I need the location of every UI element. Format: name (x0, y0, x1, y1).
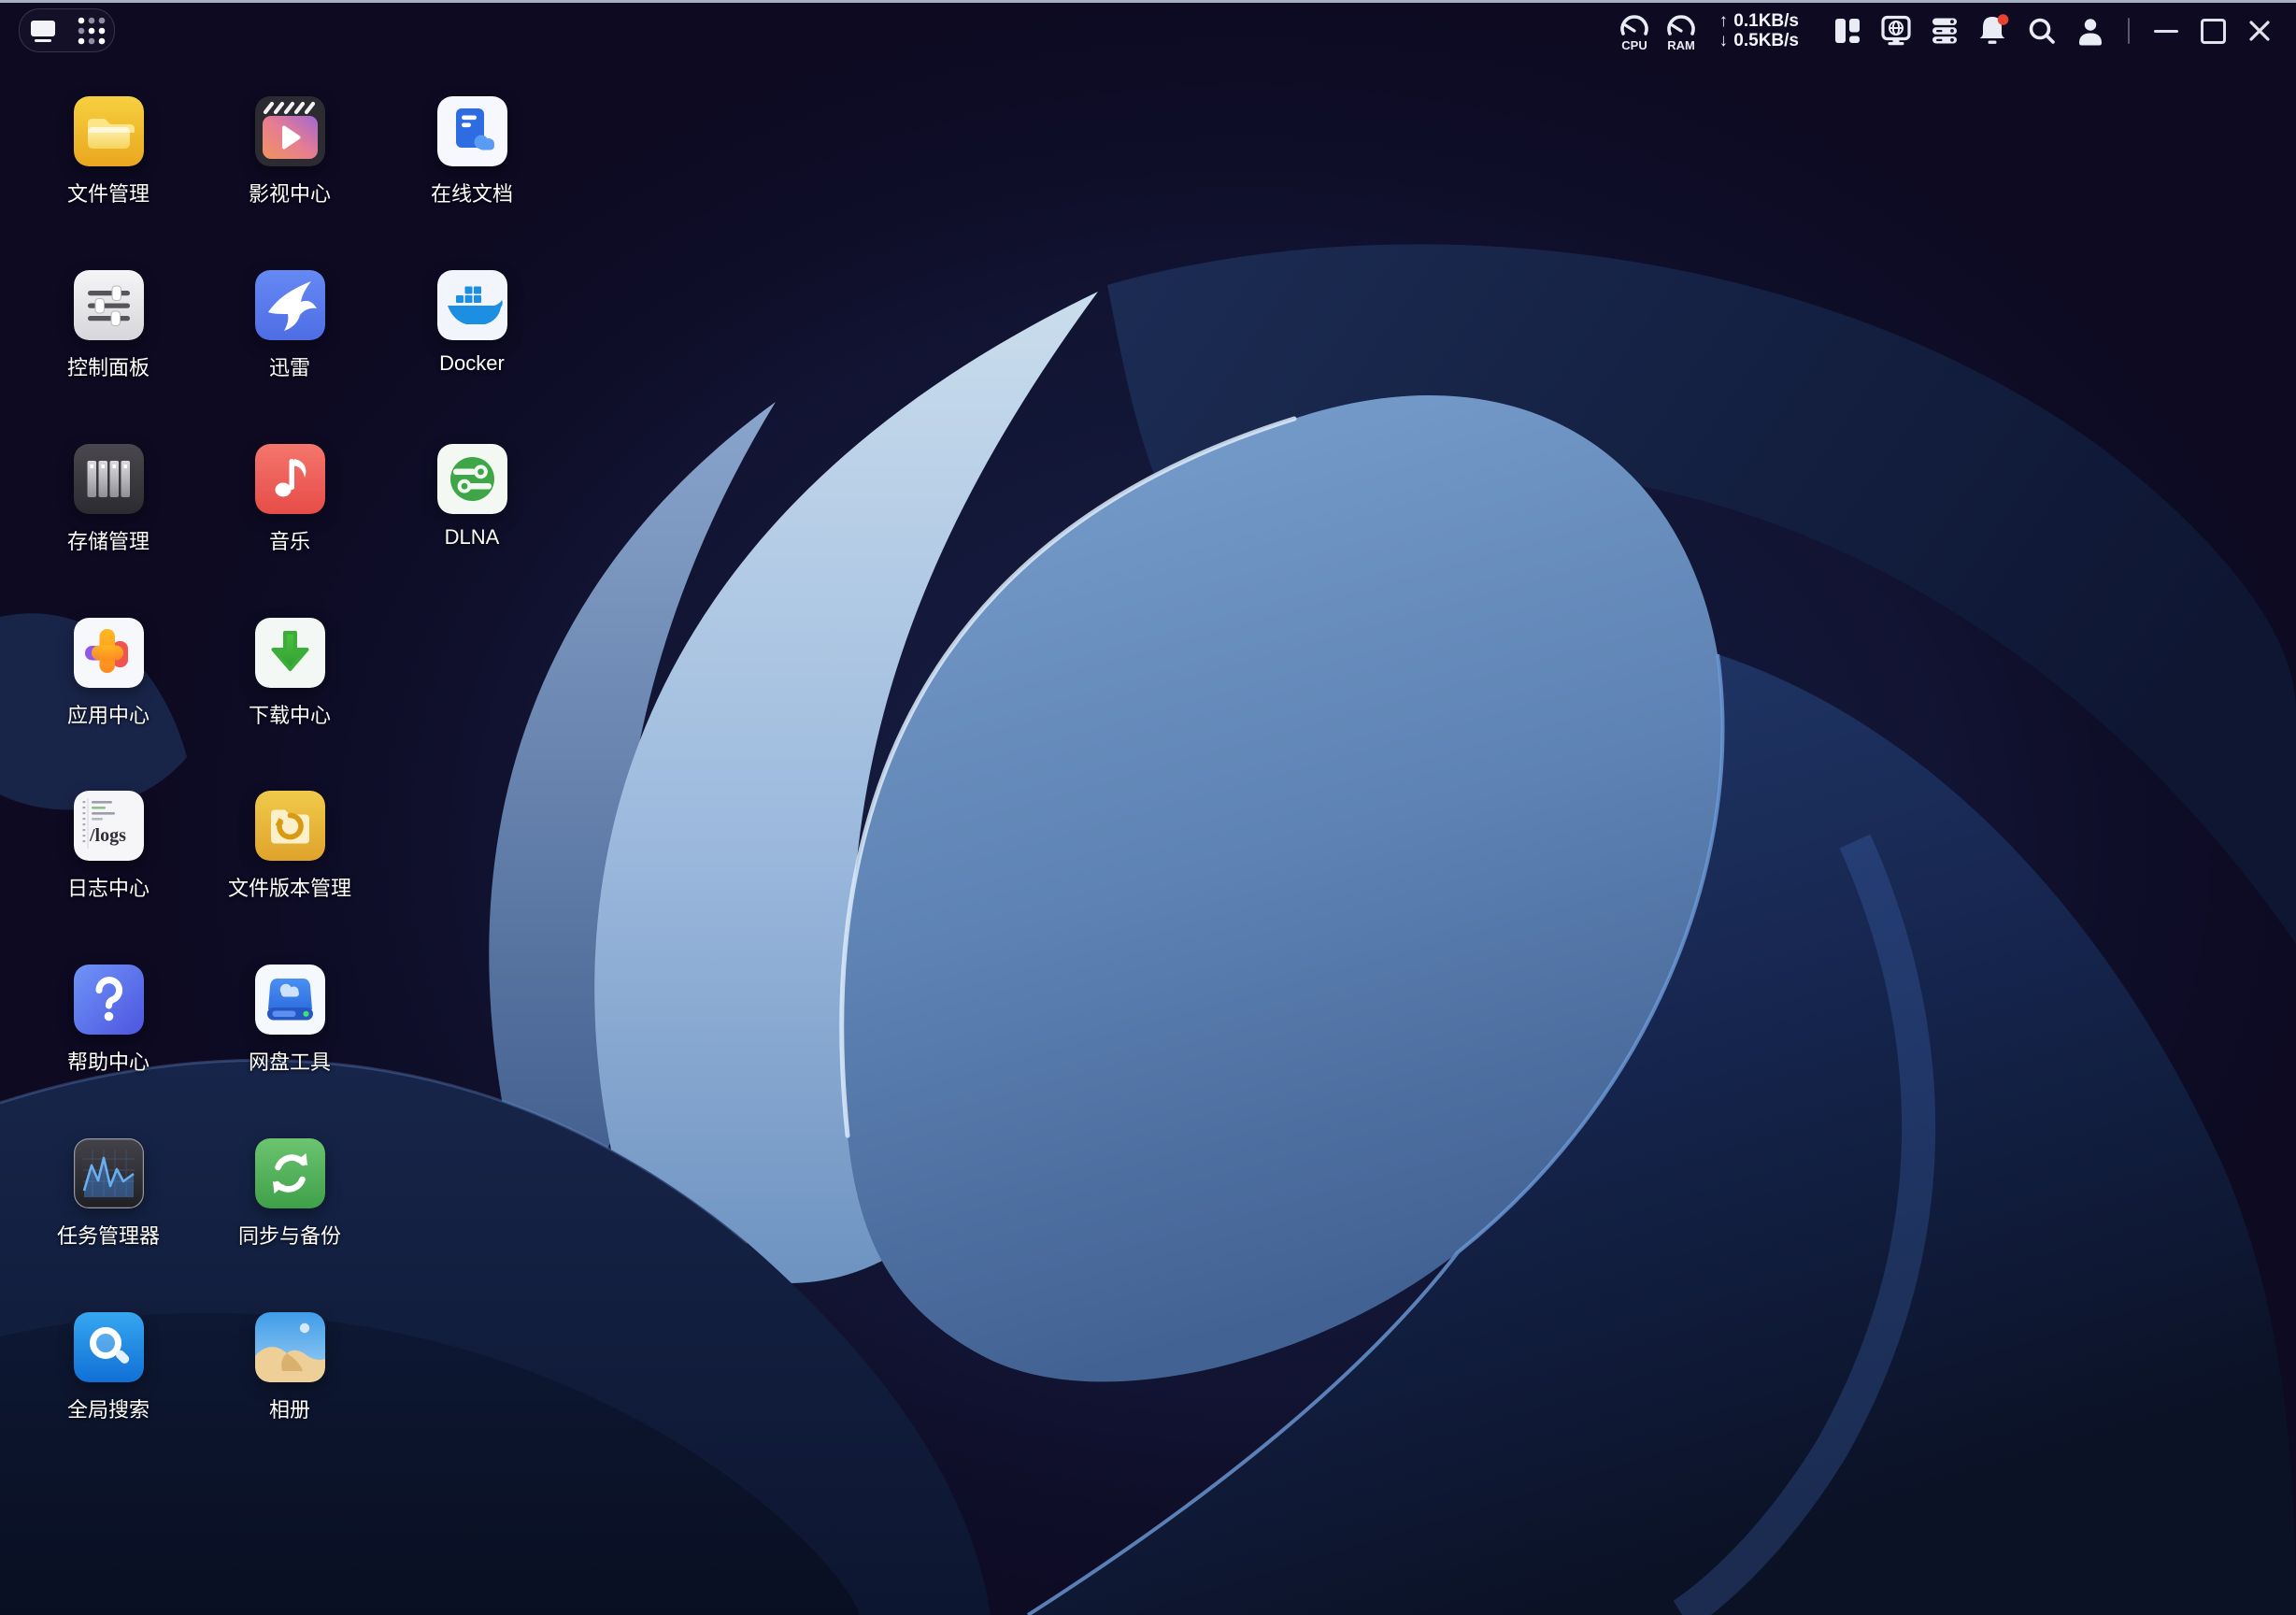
close-button[interactable] (2236, 10, 2283, 51)
download-arrow-icon: ↓ (1713, 31, 1733, 50)
search-button[interactable] (2018, 10, 2066, 51)
desktop-icon-dlna[interactable]: DLNA (383, 444, 561, 550)
desktop-icon-file-version-manager[interactable]: 文件版本管理 (201, 791, 378, 902)
remote-monitor-globe-icon (1878, 14, 1914, 48)
launcher-pill (19, 8, 115, 52)
media-center-icon[interactable] (255, 96, 325, 166)
desktop-icon-control-panel[interactable]: 控制面板 (20, 270, 197, 381)
docker-icon[interactable] (437, 270, 507, 340)
photos-icon[interactable] (255, 1312, 325, 1382)
user-button[interactable] (2066, 10, 2115, 51)
svg-text:/logs: /logs (89, 825, 126, 846)
remote-access-button[interactable] (1872, 10, 1920, 51)
minimize-button[interactable] (2143, 10, 2189, 51)
app-center-icon[interactable] (74, 618, 144, 688)
desktop-icon-netdisk-tool[interactable]: 网盘工具 (201, 965, 378, 1076)
desktop-icon-task-manager[interactable]: 任务管理器 (20, 1138, 197, 1250)
desktop-icon-help-center[interactable]: 帮助中心 (20, 965, 197, 1076)
maximize-icon (2201, 19, 2226, 44)
search-icon (2026, 15, 2058, 47)
music-icon[interactable] (255, 444, 325, 514)
help-center-icon[interactable] (74, 965, 144, 1035)
sync-backup-icon[interactable] (255, 1138, 325, 1208)
desktop-icon-storage-manager[interactable]: 存储管理 (20, 444, 197, 555)
storage-manager-icon[interactable] (74, 444, 144, 514)
download-speed: ↓0.5KB/s (1713, 31, 1799, 50)
dlna-icon[interactable] (437, 444, 507, 514)
file-manager-icon[interactable] (74, 96, 144, 166)
user-icon (2075, 15, 2106, 47)
ram-gauge[interactable]: RAM (1661, 8, 1702, 53)
task-manager-icon[interactable] (74, 1138, 144, 1208)
desktop-icon-download-center[interactable]: 下载中心 (201, 618, 378, 729)
global-search-icon[interactable] (74, 1312, 144, 1382)
log-center-icon[interactable]: /logs (74, 791, 144, 861)
desktop-root: { "topbar": { "left": { "buttons": [ {"n… (0, 0, 2296, 1615)
minimize-icon (2154, 30, 2178, 33)
desktop-monitor-icon (28, 18, 58, 44)
app-launcher-button[interactable] (76, 15, 107, 47)
desktop-icon-photos[interactable]: 相册 (201, 1312, 378, 1423)
system-tray: CPU RAM ↑0.1KB/s ↓0.5KB/s (1614, 0, 2283, 62)
upload-arrow-icon: ↑ (1713, 11, 1733, 31)
desktop-icon-log-center[interactable]: /logs 日志中心 (20, 791, 197, 902)
file-version-manager-icon[interactable] (255, 791, 325, 861)
show-desktop-button[interactable] (27, 15, 59, 47)
server-stack-icon (1929, 15, 1961, 47)
svg-text:CPU: CPU (1622, 38, 1647, 52)
widgets-icon (1832, 15, 1863, 47)
desktop-icon-xunlei[interactable]: 迅雷 (201, 270, 378, 381)
cpu-gauge[interactable]: CPU (1614, 8, 1655, 53)
desktop-icon-global-search[interactable]: 全局搜索 (20, 1312, 197, 1423)
maximize-button[interactable] (2189, 10, 2236, 51)
desktop-icon-music[interactable]: 音乐 (201, 444, 378, 555)
control-panel-icon[interactable] (74, 270, 144, 340)
bell-icon (1975, 13, 2012, 49)
download-center-icon[interactable] (255, 618, 325, 688)
desktop-icon-app-center[interactable]: 应用中心 (20, 618, 197, 729)
window-controls-divider (2128, 18, 2130, 44)
desktop-icon-online-docs[interactable]: 在线文档 (383, 96, 561, 207)
close-icon (2246, 18, 2273, 44)
xunlei-icon[interactable] (255, 270, 325, 340)
netdisk-tool-icon[interactable] (255, 965, 325, 1035)
widgets-button[interactable] (1823, 10, 1872, 51)
svg-text:RAM: RAM (1667, 38, 1695, 52)
server-button[interactable] (1920, 10, 1969, 51)
desktop-icon-media-center[interactable]: 影视中心 (201, 96, 378, 207)
app-grid-icon (78, 17, 106, 45)
notification-badge (1998, 14, 2009, 25)
upload-speed: ↑0.1KB/s (1713, 11, 1799, 31)
desktop-icon-sync-backup[interactable]: 同步与备份 (201, 1138, 378, 1250)
notifications-button[interactable] (1969, 10, 2018, 51)
desktop-icon-file-manager[interactable]: 文件管理 (20, 96, 197, 207)
network-speed[interactable]: ↑0.1KB/s ↓0.5KB/s (1713, 11, 1799, 50)
desktop-icon-docker[interactable]: Docker (383, 270, 561, 376)
online-docs-icon[interactable] (437, 96, 507, 166)
